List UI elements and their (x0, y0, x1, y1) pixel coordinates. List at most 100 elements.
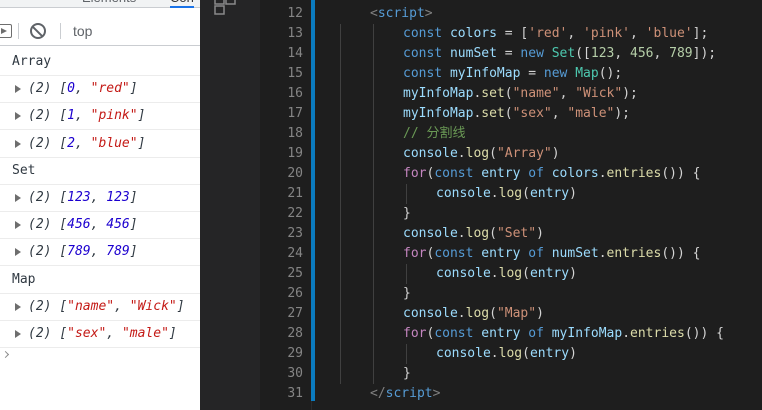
activity-bar (200, 0, 260, 410)
console-array-preview: (2) [1, "pink"] (28, 108, 146, 124)
code-line[interactable]: </script> (370, 384, 440, 404)
line-number: 13 (287, 26, 303, 41)
expand-arrow-icon[interactable] (15, 112, 21, 121)
line-number: 20 (287, 166, 303, 181)
code-line[interactable]: const colors = ['red', 'pink', 'blue']; (403, 24, 708, 44)
indent-guide (340, 144, 341, 164)
code-token-num: 456 (630, 46, 654, 61)
clear-console-icon[interactable] (30, 23, 46, 39)
code-token-kw: const (434, 246, 474, 261)
code-token-var: myInfoMap (403, 86, 474, 101)
code-token-str: 'blue' (645, 26, 693, 41)
line-number: 26 (287, 286, 303, 301)
extensions-icon[interactable] (213, 0, 237, 16)
code-line[interactable]: myInfoMap.set("name", "Wick"); (403, 84, 638, 104)
console-array-entry[interactable]: (2) ["sex", "male"] (0, 320, 200, 348)
sidebar-toggle-icon[interactable] (0, 24, 12, 38)
code-line[interactable]: console.log(entry) (436, 264, 577, 284)
code-token-kw: const (434, 326, 474, 341)
indent-guide (340, 164, 341, 184)
code-line[interactable]: // 分割线 (403, 124, 465, 144)
array-number-value: 789 (106, 244, 130, 260)
code-token-punc: , (551, 106, 568, 121)
code-line[interactable]: console.log(entry) (436, 344, 577, 364)
code-line[interactable]: } (403, 284, 411, 304)
code-token-punc: . (457, 226, 466, 241)
code-line[interactable]: for(const entry of myInfoMap.entries()) … (403, 324, 724, 344)
console-log-text: Map (12, 271, 36, 287)
code-token-var: numSet (551, 246, 599, 261)
indent-guide (373, 24, 374, 44)
line-number: 24 (287, 246, 303, 261)
code-token-punc: . (490, 186, 499, 201)
console-array-entry[interactable]: (2) [2, "blue"] (0, 130, 200, 158)
modified-lines-marker (311, 0, 315, 401)
code-token-var: console (403, 226, 458, 241)
line-number: 19 (287, 146, 303, 161)
indent-guide (373, 124, 374, 144)
indent-guide (340, 284, 341, 304)
context-selector[interactable]: top (73, 22, 92, 40)
code-token-ctrl: for (403, 166, 427, 181)
code-token-punc: ( (522, 346, 530, 361)
expand-arrow-icon[interactable] (15, 248, 21, 257)
code-line[interactable]: } (403, 364, 411, 384)
expand-arrow-icon[interactable] (15, 194, 21, 202)
array-string-value: "red" (90, 81, 130, 97)
code-token-kw: const (403, 46, 443, 61)
code-line[interactable]: const numSet = new Set([123, 456, 789]); (403, 44, 716, 64)
code-line[interactable]: for(const entry of numSet.entries()) { (403, 244, 700, 264)
code-token-punc: . (598, 246, 607, 261)
code-token-func: log (498, 186, 523, 201)
indent-guide (373, 364, 374, 384)
line-number: 15 (287, 66, 303, 81)
code-token-var: console (403, 146, 458, 161)
code-line[interactable]: console.log("Array") (403, 144, 560, 164)
code-token-func: log (498, 266, 523, 281)
expand-arrow-icon[interactable] (15, 302, 21, 311)
console-array-entry[interactable]: (2) [456, 456] (0, 211, 200, 240)
expand-arrow-icon[interactable] (15, 85, 21, 94)
tab-elements[interactable]: Elements (82, 0, 136, 8)
console-prompt-icon[interactable] (1, 350, 10, 359)
code-line[interactable]: } (403, 204, 411, 224)
console-array-entry[interactable]: (2) [1, "pink"] (0, 102, 200, 131)
code-line[interactable]: console.log("Set") (403, 224, 544, 244)
console-array-entry[interactable]: (2) ["name", "Wick"] (0, 293, 200, 321)
line-number: 29 (287, 346, 303, 361)
code-token-punc: , (614, 46, 631, 61)
expand-arrow-icon[interactable] (15, 221, 21, 230)
code-token-punc: . (490, 266, 499, 281)
code-line[interactable]: for(const entry of colors.entries()) { (403, 164, 700, 184)
array-number-value: 2 (67, 135, 75, 151)
code-token-tag: > (424, 6, 433, 21)
indent-guide (406, 184, 407, 204)
console-array-entry[interactable]: (2) [789, 789] (0, 238, 200, 267)
code-token-punc: ( (489, 306, 497, 321)
code-line[interactable]: myInfoMap.set("sex", "male"); (403, 104, 630, 124)
code-token-var: entry (529, 266, 570, 281)
indent-guide (340, 84, 341, 104)
code-line[interactable]: const myInfoMap = new Map(); (403, 64, 622, 84)
code-token-var: numSet (449, 46, 497, 61)
code-token-kw: new (520, 46, 544, 61)
indent-guide (406, 264, 407, 284)
tab-console[interactable]: Con (170, 0, 194, 8)
code-line[interactable]: console.log(entry) (436, 184, 577, 204)
code-token-func: log (465, 146, 490, 161)
line-number: 30 (287, 366, 303, 381)
array-number-value: 123 (67, 190, 91, 205)
expand-arrow-icon[interactable] (15, 330, 21, 338)
indent-guide (340, 104, 341, 124)
code-token-var: entry (481, 326, 521, 341)
code-line[interactable]: <script> (370, 4, 433, 24)
console-array-entry[interactable]: (2) [123, 123] (0, 184, 200, 212)
expand-arrow-icon[interactable] (15, 139, 21, 148)
toolbar-divider (60, 23, 61, 39)
code-token-punc (544, 46, 552, 61)
code-line[interactable]: console.log("Map") (403, 304, 544, 324)
console-array-entry[interactable]: (2) [0, "red"] (0, 75, 200, 104)
indent-guide (373, 144, 374, 164)
line-number: 12 (287, 6, 303, 21)
line-number: 14 (287, 46, 303, 61)
